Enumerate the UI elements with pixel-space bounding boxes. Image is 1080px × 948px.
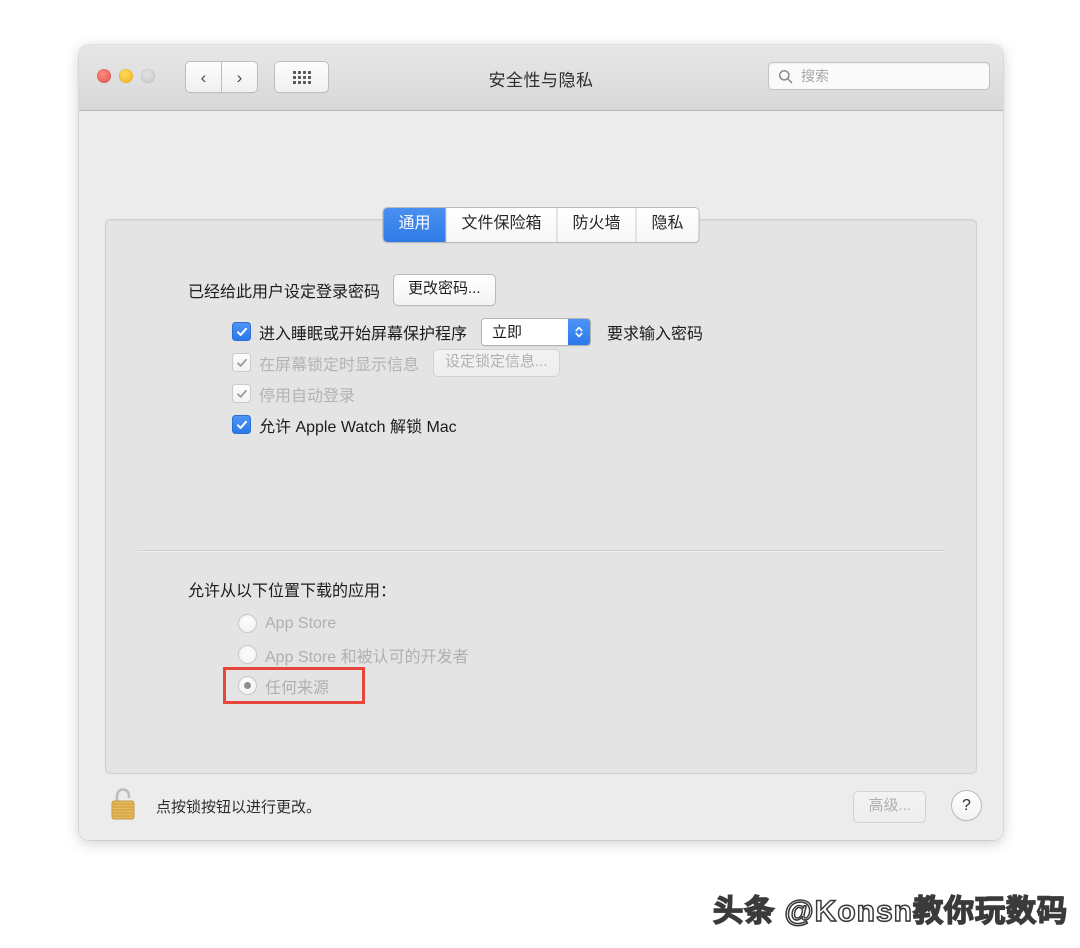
- tab-privacy[interactable]: 隐私: [636, 208, 699, 242]
- require-password-delay-value: 立即: [482, 318, 569, 345]
- search-field[interactable]: [768, 62, 990, 90]
- checkmark-icon: [236, 327, 247, 336]
- window-titlebar: ‹ › 安全性与隐私: [79, 45, 1003, 111]
- tab-firewall[interactable]: 防火墙: [557, 208, 637, 242]
- apple-watch-unlock-label: 允许 Apple Watch 解锁 Mac: [259, 418, 457, 436]
- require-password-label: 进入睡眠或开始屏幕保护程序: [259, 325, 468, 343]
- show-lock-message-label: 在屏幕锁定时显示信息: [259, 356, 420, 374]
- anywhere-label: 任何来源: [265, 679, 330, 697]
- checkmark-icon: [236, 420, 247, 429]
- radio-selected-dot: [244, 682, 251, 689]
- system-preferences-window: ‹ › 安全性与隐私 已经给此用: [79, 45, 1003, 840]
- tab-general[interactable]: 通用: [383, 208, 447, 242]
- app-store-identified-developers-label: App Store 和被认可的开发者: [265, 648, 469, 666]
- checkmark-icon: [236, 358, 247, 367]
- radio-row-anywhere: 任何来源: [223, 667, 365, 704]
- advanced-button: 高级...: [853, 791, 926, 823]
- show-lock-message-checkbox: [232, 353, 251, 372]
- window-body: 已经给此用户设定登录密码 更改密码... 进入睡眠或开始屏幕保护程序 立即 要求…: [79, 111, 1003, 840]
- disable-auto-login-label: 停用自动登录: [259, 387, 356, 405]
- section-divider: [138, 550, 944, 551]
- app-store-radio: [238, 614, 257, 633]
- app-store-identified-developers-radio: [238, 645, 257, 664]
- disable-auto-login-checkbox: [232, 384, 251, 403]
- anywhere-radio: [238, 676, 257, 695]
- help-button: ?: [951, 790, 982, 821]
- change-password-button[interactable]: 更改密码...: [393, 274, 496, 306]
- search-icon: [778, 69, 793, 83]
- preference-tabs: 通用 文件保险箱 防火墙 隐私: [382, 207, 700, 243]
- search-input[interactable]: [799, 67, 963, 85]
- apple-watch-unlock-checkbox[interactable]: [232, 415, 251, 434]
- password-status-label: 已经给此用户设定登录密码: [188, 284, 381, 301]
- chevron-updown-icon: [568, 318, 591, 345]
- checkmark-icon: [236, 389, 247, 398]
- require-password-row: 进入睡眠或开始屏幕保护程序 立即 要求输入密码: [232, 316, 703, 347]
- app-store-label: App Store: [265, 614, 337, 632]
- show-lock-message-row: 在屏幕锁定时显示信息 设定锁定信息...: [232, 347, 703, 378]
- radio-row-app-store-identified-developers: App Store 和被认可的开发者: [232, 639, 475, 670]
- question-mark-icon: ?: [962, 796, 971, 814]
- apple-watch-unlock-row: 允许 Apple Watch 解锁 Mac: [232, 409, 703, 440]
- radio-row-app-store: App Store: [232, 608, 475, 639]
- download-source-radio-group: App Store App Store 和被认可的开发者 任何来源: [223, 608, 475, 704]
- window-bottom-bar: 点按锁按钮以进行更改。 高级... ?: [79, 774, 1003, 840]
- require-password-checkbox[interactable]: [232, 322, 251, 341]
- preference-panel: 已经给此用户设定登录密码 更改密码... 进入睡眠或开始屏幕保护程序 立即 要求…: [105, 219, 977, 774]
- require-password-suffix-label: 要求输入密码: [607, 325, 704, 343]
- security-options-list: 进入睡眠或开始屏幕保护程序 立即 要求输入密码 在屏幕锁定时显示信息 设定锁定信…: [232, 316, 703, 440]
- set-lock-message-button: 设定锁定信息...: [433, 348, 560, 377]
- tab-filevault[interactable]: 文件保险箱: [446, 208, 558, 242]
- require-password-delay-popup[interactable]: 立即: [481, 317, 592, 346]
- disable-auto-login-row: 停用自动登录: [232, 378, 703, 409]
- password-status-row: 已经给此用户设定登录密码 更改密码...: [188, 274, 496, 306]
- watermark: 头条 @Konsn教你玩数码: [712, 894, 1068, 929]
- unlocked-padlock-icon[interactable]: [108, 786, 138, 822]
- lock-hint-text: 点按锁按钮以进行更改。: [156, 799, 322, 816]
- download-section-title: 允许从以下位置下载的应用：: [188, 583, 397, 600]
